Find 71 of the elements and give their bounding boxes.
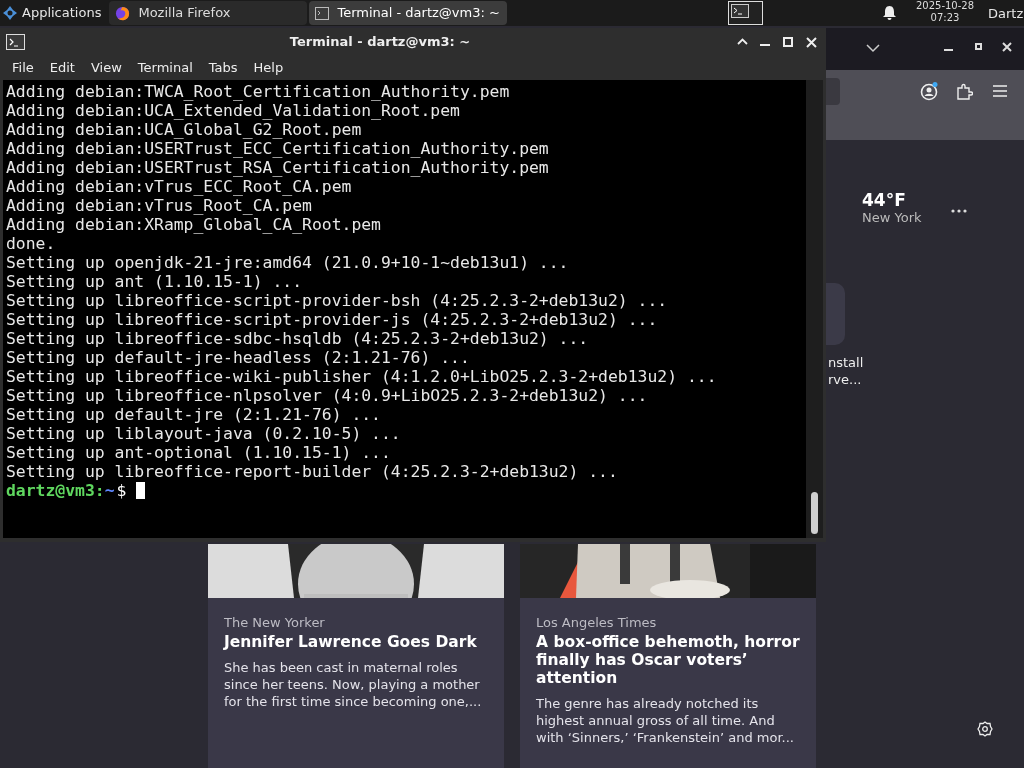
- prompt-directory: ~: [104, 481, 115, 500]
- output-line: Adding debian:vTrus_Root_CA.pem: [6, 196, 312, 215]
- account-icon[interactable]: [919, 81, 939, 101]
- more-icon[interactable]: [951, 209, 967, 213]
- menu-item[interactable]: View: [82, 57, 130, 79]
- menu-item[interactable]: Tabs: [200, 57, 246, 79]
- output-line: done.: [6, 234, 56, 253]
- summary-text: The genre has already notched its highest annual gross of all time. And with ‘Sinners,’ ‘Frankenstein’ and mor...: [536, 695, 795, 746]
- output-line: Adding debian:XRamp_Global_CA_Root.pem: [6, 215, 381, 234]
- output-line: Setting up libreoffice-script-provider-js (4:25.2.3-2+deb13u2) ...: [6, 310, 658, 329]
- output-line: Setting up libreoffice-wiki-publisher (4:1.2.0+LibO25.2.3-2+deb13u2) ...: [6, 367, 717, 386]
- scrollbar[interactable]: [806, 80, 823, 538]
- workspace-thumbnail[interactable]: [728, 1, 763, 25]
- browser-icon: [115, 5, 131, 21]
- address-field[interactable]: [826, 78, 840, 105]
- notification-bell-icon[interactable]: [882, 5, 897, 21]
- output-line: Setting up libreoffice-nlpsolver (4:0.9+LibO25.2.3-2+deb13u2) ...: [6, 386, 648, 405]
- output-line: Adding debian:vTrus_ECC_Root_CA.pem: [6, 177, 352, 196]
- puzzle-icon[interactable]: [956, 83, 973, 100]
- terminal-icon: [6, 34, 25, 50]
- date-text: 2025-10-28: [915, 0, 975, 12]
- applications-menu[interactable]: Applications: [0, 0, 110, 26]
- output-line: Setting up libreoffice-report-builder (4:25.2.3-2+deb13u2) ...: [6, 462, 618, 481]
- output-line: Setting up default-jre-headless (2:1.21-76) ...: [6, 348, 470, 367]
- temperature-text: 44°F: [862, 190, 907, 210]
- source-text: Los Angeles Times: [536, 615, 658, 631]
- output-line: Setting up libreoffice-sdbc-hsqldb (4:25.2.3-2+deb13u2) ...: [6, 329, 589, 348]
- shortcut-tile[interactable]: [826, 283, 845, 345]
- text-cursor: [136, 482, 146, 499]
- output-line: Setting up ant (1.10.15-1) ...: [6, 272, 303, 291]
- news-card[interactable]: The New Yorker Jennifer Lawrence Goes Dark She has been cast in maternal roles since her teens. Now, playing a mother for the first time since becoming one,...: [208, 544, 504, 768]
- menu-item[interactable]: File: [4, 57, 42, 79]
- maximize-icon[interactable]: [783, 37, 793, 47]
- output-line: Setting up ant-optional (1.10.15-1) ...: [6, 443, 391, 462]
- chevron-up-icon[interactable]: [737, 38, 748, 45]
- terminal-icon: [315, 6, 330, 20]
- minimize-icon[interactable]: [944, 49, 953, 52]
- headline: Jennifer Lawrence Goes Dark: [224, 633, 478, 651]
- close-icon[interactable]: [806, 37, 817, 48]
- menu-item[interactable]: Edit: [41, 57, 83, 79]
- prompt-symbol: $: [116, 481, 127, 500]
- output-line: Setting up default-jre (2:1.21-76) ...: [6, 405, 381, 424]
- output-line: Adding debian:UCA_Global_G2_Root.pem: [6, 120, 362, 139]
- menu-item[interactable]: Help: [245, 57, 292, 79]
- output-line: Adding debian:UCA_Extended_Validation_Root.pem: [6, 101, 460, 120]
- chevron-down-icon[interactable]: [866, 44, 880, 53]
- output-line: Adding debian:TWCA_Root_Certification_Authority.pem: [6, 82, 510, 101]
- city-text: New York: [862, 210, 922, 226]
- shortcut-label: rve...: [828, 371, 863, 388]
- prompt-user: dartz@vm3:: [6, 481, 105, 500]
- headline: A box-office behemoth, horror finally has Oscar voters’ attention: [536, 633, 801, 687]
- shortcut-label: nstall: [828, 354, 864, 371]
- maximize-icon[interactable]: [975, 43, 982, 50]
- settings-icon[interactable]: [977, 721, 993, 737]
- menu-icon[interactable]: [993, 85, 1007, 97]
- taskbar-button[interactable]: Terminal - dartz@vm3: ~: [309, 1, 508, 25]
- menu-item[interactable]: Terminal: [129, 57, 201, 79]
- window-title: Terminal - dartz@vm3: ~: [288, 33, 472, 52]
- output-line: Setting up libreoffice-script-provider-bsh (4:25.2.3-2+deb13u2) ...: [6, 291, 668, 310]
- news-card[interactable]: Los Angeles Times A box-office behemoth, horror finally has Oscar voters’ attention The genre has already notched its highest annual gross of all time. And with ‘Sinners,’ ‘Frankenstein’ and mor...: [520, 544, 816, 768]
- output-line: Adding debian:USERTrust_RSA_Certification_Authority.pem: [6, 158, 549, 177]
- terminal-icon: [731, 4, 749, 18]
- source-text: The New Yorker: [224, 615, 326, 631]
- output-line: Setting up openjdk-21-jre:amd64 (21.0.9+10-1~deb13u1) ...: [6, 253, 569, 272]
- taskbar-button[interactable]: Mozilla Firefox: [109, 1, 308, 25]
- time-text: 07:23: [930, 12, 960, 24]
- close-icon[interactable]: [1002, 42, 1012, 52]
- output-line: Setting up liblayout-java (0.2.10-5) ...: [6, 424, 401, 443]
- user-name[interactable]: Dartz: [988, 4, 1024, 24]
- summary-text: She has been cast in maternal roles since her teens. Now, playing a mother for the first time since becoming one,...: [224, 659, 483, 710]
- output-line: Adding debian:USERTrust_ECC_Certification_Authority.pem: [6, 139, 549, 158]
